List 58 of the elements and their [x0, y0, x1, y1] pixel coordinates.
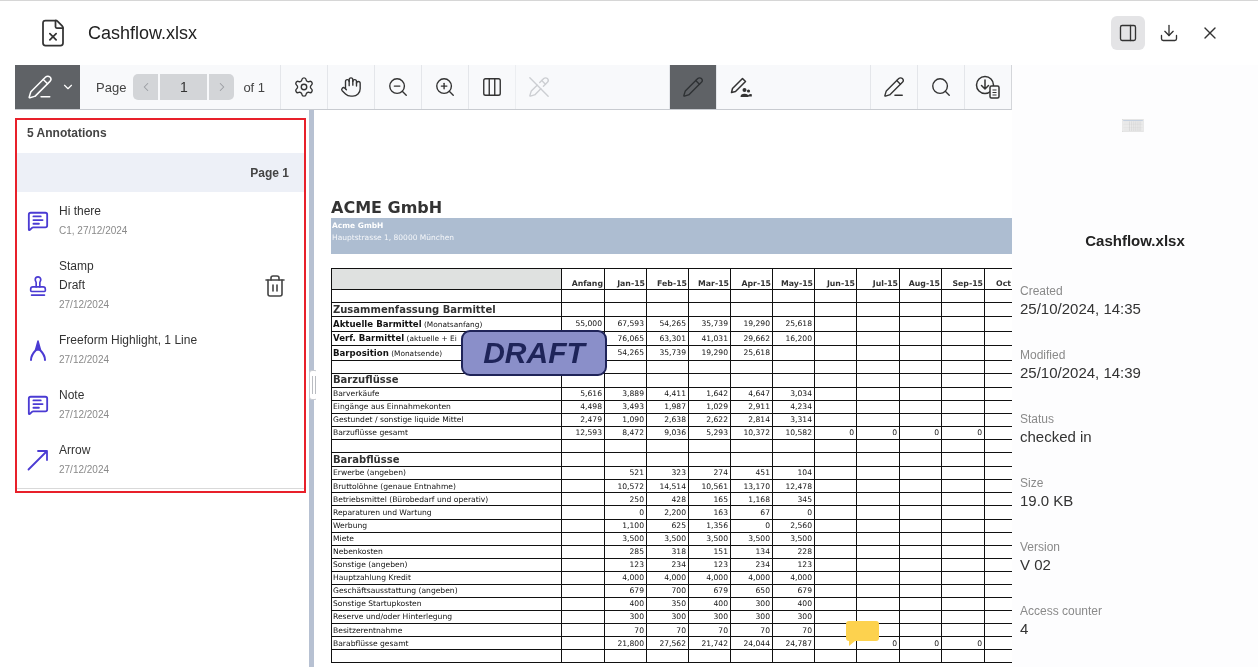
detail-label: Status	[1020, 411, 1056, 427]
pencil-users-icon	[728, 75, 753, 99]
comment-icon	[27, 394, 49, 416]
draft-stamp[interactable]: DRAFT	[461, 330, 607, 376]
annotation-title[interactable]: Arrow	[59, 441, 110, 460]
detail-label: Access counter	[1020, 603, 1104, 619]
annotation-date: 27/12/2024	[59, 353, 111, 367]
annotation-title[interactable]: Freeform Highlight, 1 Line	[59, 331, 198, 350]
zoom-in-icon	[434, 76, 457, 98]
pen-nib-icon	[29, 339, 47, 361]
annotation-count: 5 Annotations	[26, 125, 108, 142]
columns-icon	[481, 76, 504, 98]
draw-button[interactable]	[669, 65, 717, 109]
search-icon	[930, 76, 952, 98]
detail-label: Created	[1020, 283, 1064, 299]
detail-label: Size	[1020, 475, 1045, 491]
panel-toggle-button[interactable]	[1111, 16, 1145, 50]
detail-value: checked in	[1020, 427, 1093, 447]
detail-label: Version	[1020, 539, 1062, 555]
download-document-icon	[975, 75, 1001, 99]
annotation-date: 27/12/2024	[59, 463, 110, 477]
page-count: of 1	[243, 79, 266, 95]
pencil-line-icon	[883, 76, 905, 98]
trash-icon	[263, 273, 287, 298]
page-number-field[interactable]: 1	[160, 74, 208, 100]
page-label: Page	[96, 79, 127, 95]
arrow-icon	[27, 449, 49, 471]
detail-value: 25/10/2024, 14:39	[1020, 363, 1142, 383]
settings-icon	[293, 76, 316, 98]
delete-button[interactable]	[263, 273, 287, 298]
comment-icon	[27, 210, 49, 232]
file-name: Cashflow.xlsx	[1084, 231, 1186, 251]
annotation-date: C1, 27/12/2024	[59, 224, 128, 238]
detail-value: V 02	[1020, 555, 1052, 575]
annotation-detail: Draft	[59, 277, 86, 294]
annotation-date: 27/12/2024	[59, 408, 110, 422]
stamp-icon	[27, 274, 49, 297]
download-icon	[1159, 23, 1179, 43]
annotation-title[interactable]: Hi there	[59, 202, 128, 221]
annotation-date: 27/12/2024	[59, 298, 110, 312]
document-title: ACME GmbH	[331, 198, 444, 218]
section-heading: Barabflüsse	[331, 452, 562, 467]
detail-value: 19.0 KB	[1020, 491, 1075, 511]
annotation-tool-button[interactable]	[15, 65, 80, 109]
annotation-title[interactable]: Stamp	[59, 257, 110, 276]
page-group-header: Page 1	[17, 153, 304, 192]
side-panel-icon	[1118, 23, 1138, 43]
annotation-title[interactable]: Note	[59, 386, 110, 405]
pencil-off-icon	[528, 76, 551, 98]
detail-label: Modified	[1020, 347, 1067, 363]
window-title: Cashflow.xlsx	[88, 22, 198, 44]
pencil-line-icon	[26, 74, 53, 100]
hand-icon	[340, 76, 363, 98]
pencil-icon	[682, 76, 705, 98]
detail-value: 4	[1020, 619, 1030, 639]
detail-value: 25/10/2024, 14:35	[1020, 299, 1142, 319]
section-heading: Zusammenfassung Barmittel	[331, 302, 562, 317]
zoom-out-icon	[387, 76, 410, 98]
